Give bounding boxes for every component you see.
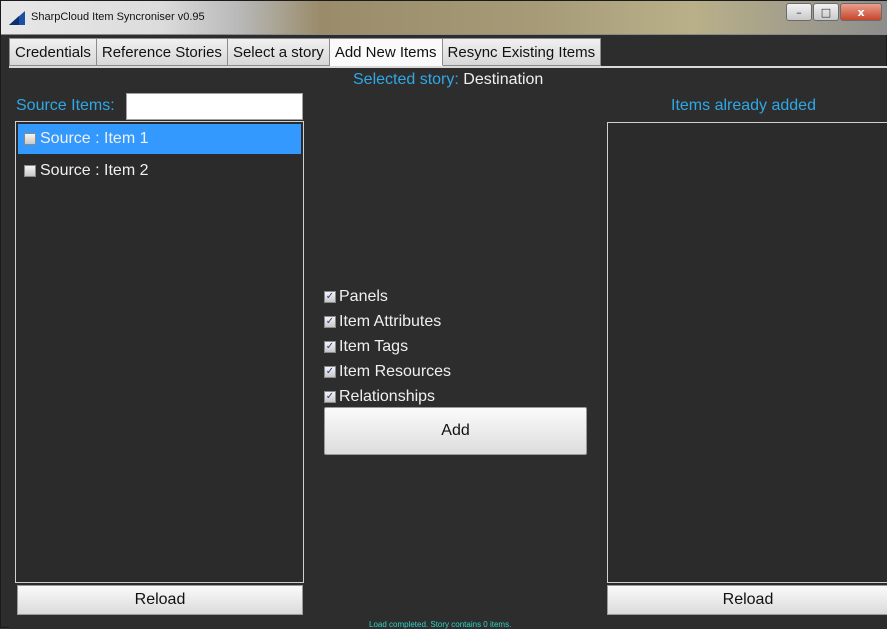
tab-select-a-story[interactable]: Select a story [227,38,330,66]
item-checkbox[interactable] [24,133,36,145]
title-bar[interactable]: SharpCloud Item Syncroniser v0.95 – □ x [1,1,887,35]
app-window: SharpCloud Item Syncroniser v0.95 – □ x … [0,0,887,629]
sync-options: ✓ Panels ✓ Item Attributes ✓ Item Tags ✓… [324,284,451,409]
minimize-button[interactable]: – [786,3,812,21]
option-label: Item Resources [339,362,452,380]
check-icon[interactable]: ✓ [324,390,336,403]
tab-resync-existing-items[interactable]: Resync Existing Items [442,38,602,66]
added-items-list[interactable] [607,122,887,583]
source-items-list[interactable]: Source : Item 1 Source : Item 2 [15,121,304,583]
sharpcloud-logo-icon [9,11,25,25]
items-already-added-label: Items already added [671,97,816,114]
maximize-button[interactable]: □ [813,3,839,21]
source-list-item[interactable]: Source : Item 2 [16,156,303,186]
tab-bar: Credentials Reference Stories Select a s… [9,38,602,66]
tab-add-new-items[interactable]: Add New Items [329,38,443,66]
option-label: Item Tags [339,337,409,355]
source-items-label: Source Items: [16,97,115,114]
close-button[interactable]: x [840,3,882,21]
window-controls: – □ x [785,3,882,23]
check-icon[interactable]: ✓ [324,315,336,328]
check-icon[interactable]: ✓ [324,290,336,303]
selected-story: Selected story: Destination [353,71,543,89]
source-item-label: Source : Item 1 [40,130,149,147]
reload-source-button[interactable]: Reload [17,585,303,615]
source-search-input[interactable] [126,93,303,120]
option-item-attributes[interactable]: ✓ Item Attributes [324,309,451,334]
option-label: Relationships [339,387,436,405]
option-panels[interactable]: ✓ Panels [324,284,451,309]
tab-credentials[interactable]: Credentials [9,38,97,66]
selected-story-name: Destination [463,71,544,88]
check-icon[interactable]: ✓ [324,340,336,353]
window-title: SharpCloud Item Syncroniser v0.95 [31,11,205,23]
option-relationships[interactable]: ✓ Relationships [324,384,451,409]
item-checkbox[interactable] [24,165,36,177]
check-icon[interactable]: ✓ [324,365,336,378]
source-list-item[interactable]: Source : Item 1 [18,124,301,154]
selected-story-label: Selected story: [353,71,459,88]
option-label: Panels [339,287,388,305]
option-item-tags[interactable]: ✓ Item Tags [324,334,451,359]
option-item-resources[interactable]: ✓ Item Resources [324,359,451,384]
reload-added-button[interactable]: Reload [607,585,887,615]
source-item-label: Source : Item 2 [40,162,149,179]
option-label: Item Attributes [339,312,442,330]
tab-reference-stories[interactable]: Reference Stories [96,38,228,66]
add-button[interactable]: Add [324,407,587,455]
